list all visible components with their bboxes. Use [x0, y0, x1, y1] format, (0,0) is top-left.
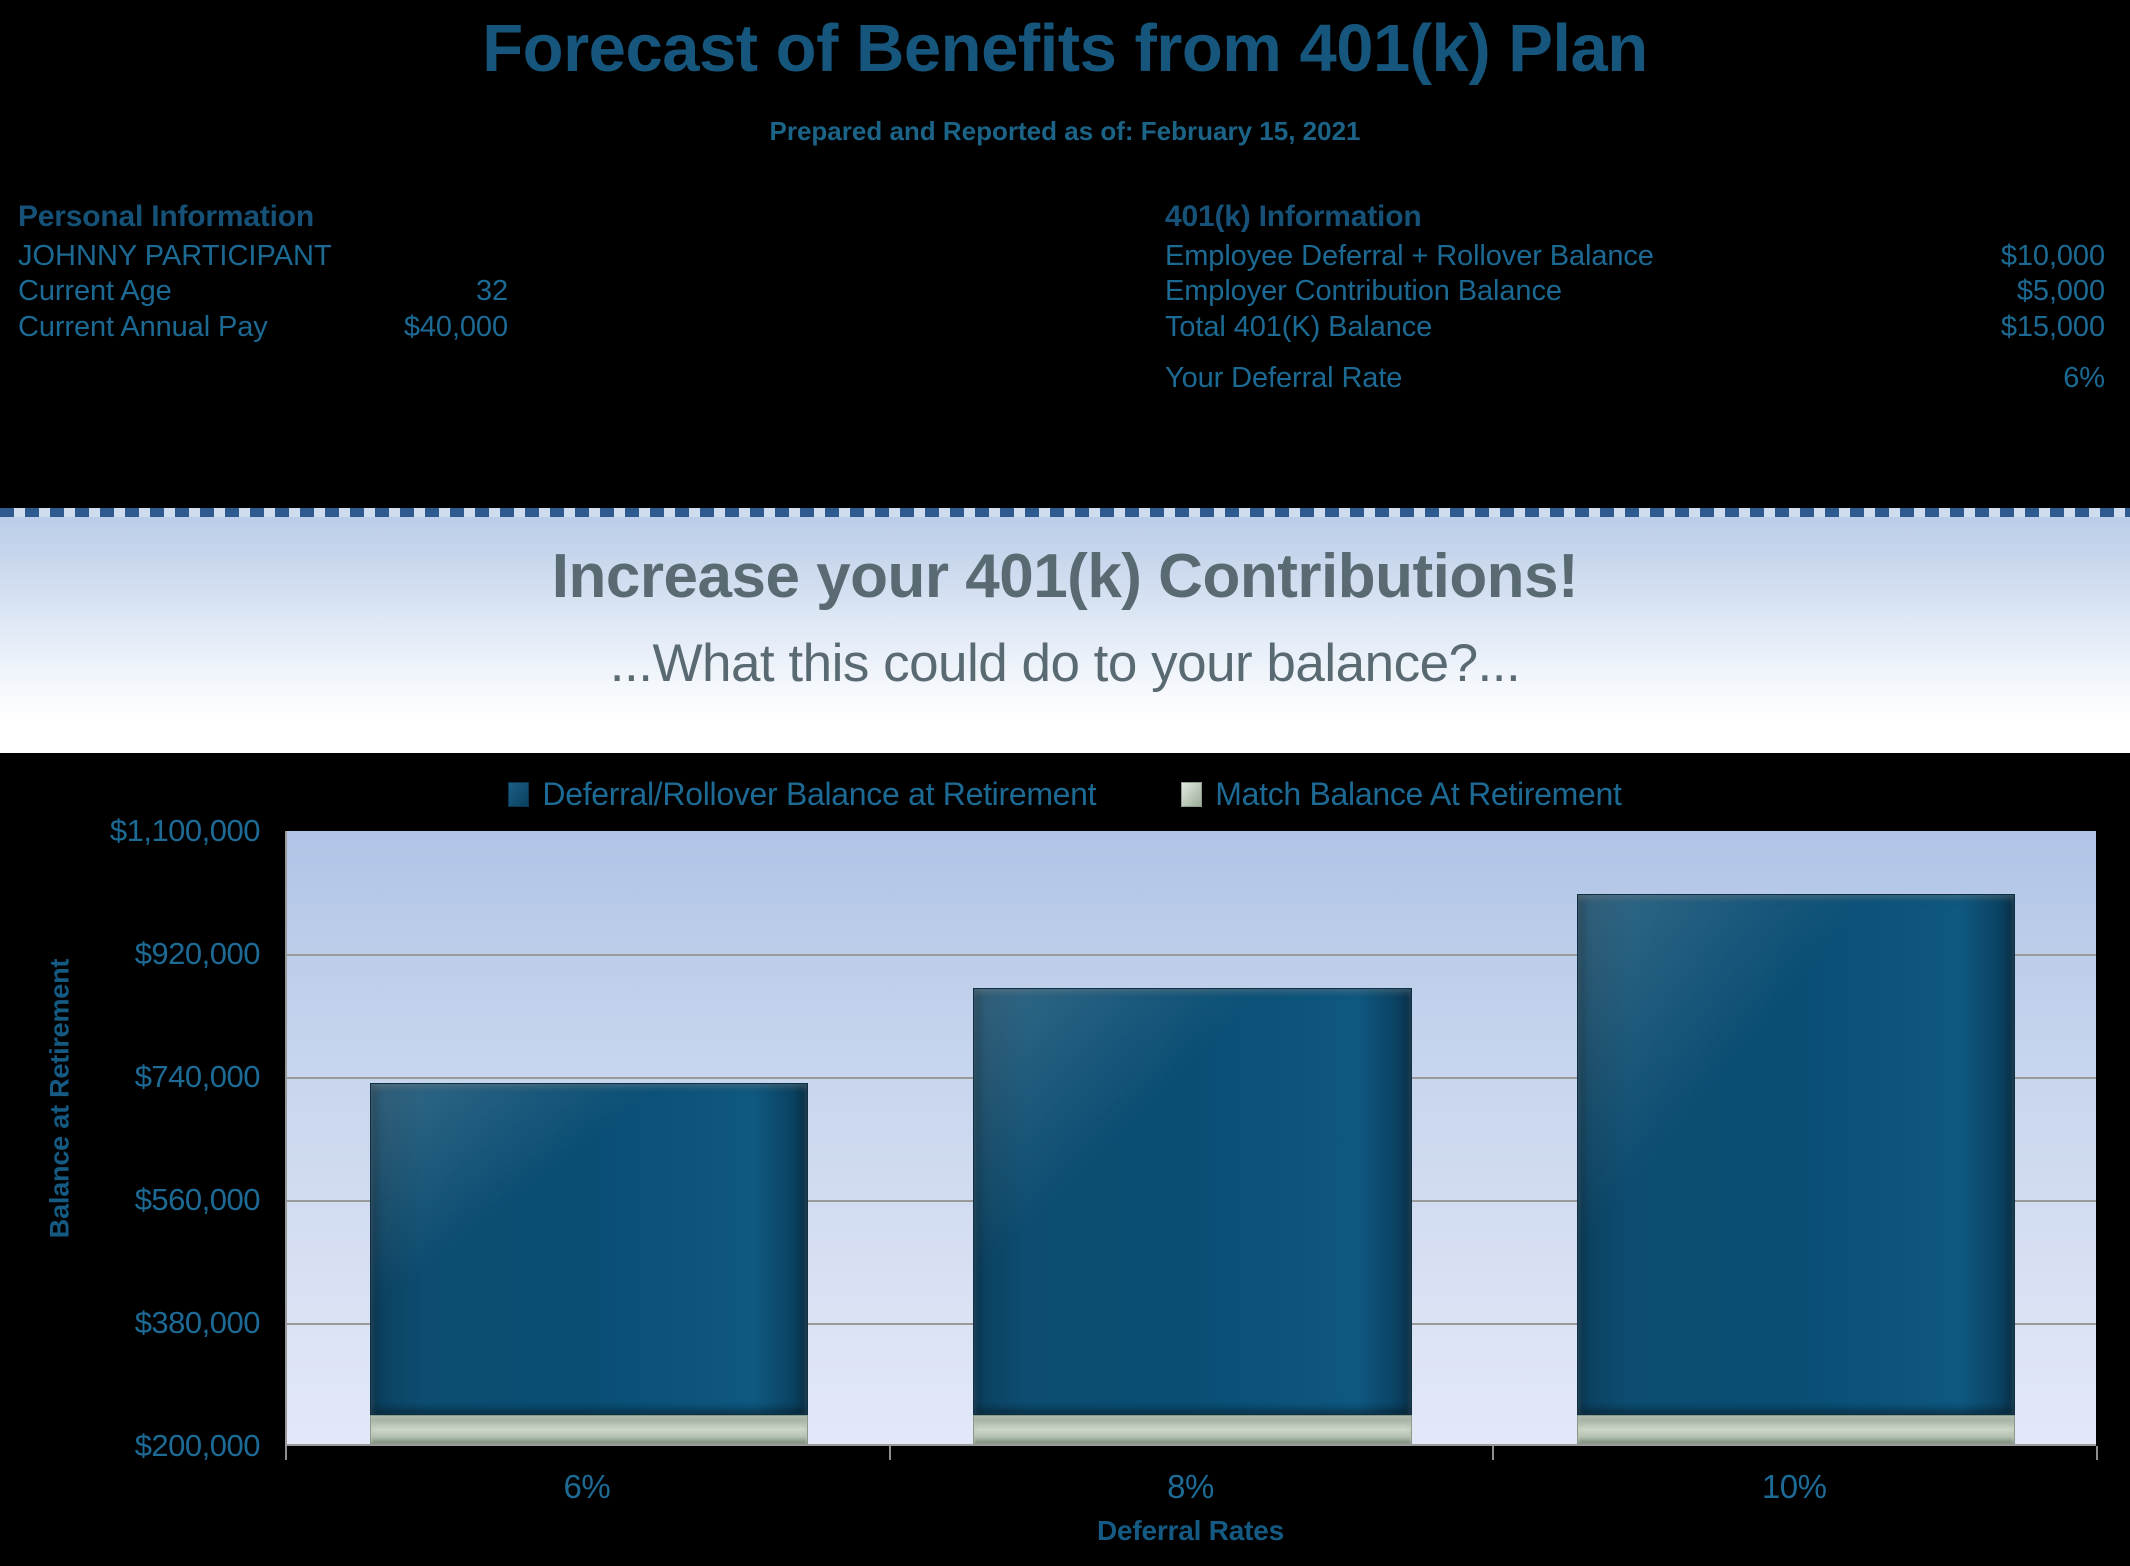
- y-axis-tick-label: $920,000: [134, 936, 261, 971]
- y-axis-tick-labels: $1,100,000 $920,000 $740,000 $560,000 $380,0…: [20, 753, 261, 1566]
- plot-area: [285, 831, 2096, 1446]
- x-axis-tick-mark: [285, 1446, 287, 1460]
- y-axis-tick-label: $200,000: [134, 1428, 261, 1463]
- y-axis-tick-label: $1,100,000: [109, 813, 261, 848]
- bar-segment-match[interactable]: [1577, 1414, 2016, 1444]
- row-value: 32: [475, 275, 508, 308]
- bar-segment-match[interactable]: [973, 1414, 1412, 1444]
- table-row: Employer Contribution Balance $5,000: [1165, 274, 2105, 309]
- x-axis-tick-mark: [1492, 1446, 1495, 1460]
- bar-segment-deferral[interactable]: [973, 987, 1412, 1415]
- table-row: Total 401(K) Balance $15,000: [1165, 310, 2105, 345]
- bar-group-10pct[interactable]: [1577, 893, 2016, 1444]
- bar-segment-match[interactable]: [369, 1414, 808, 1444]
- 401k-information-heading: 401(k) Information: [1165, 200, 1422, 233]
- report-header: Forecast of Benefits from 401(k) Plan Pr…: [0, 0, 2130, 508]
- y-axis-tick-label: $560,000: [134, 1182, 261, 1217]
- retirement-balance-bar-chart: Deferral/Rollover Balance at Retirement …: [0, 753, 2130, 1566]
- 401k-information-block: 401(k) Information Employee Deferral + R…: [1165, 200, 2105, 397]
- y-axis-tick-label: $380,000: [134, 1305, 261, 1340]
- row-label: Total 401(K) Balance: [1165, 310, 1433, 343]
- call-to-action-banner: Increase your 401(k) Contributions! ...W…: [0, 508, 2130, 753]
- banner-title: Increase your 401(k) Contributions!: [551, 542, 1579, 611]
- bar-segment-deferral[interactable]: [369, 1083, 808, 1415]
- row-value: $5,000: [2016, 275, 2105, 308]
- row-value: $15,000: [2000, 310, 2105, 343]
- row-label: Employer Contribution Balance: [1165, 275, 1562, 308]
- row-label: Your Deferral Rate: [1165, 362, 1403, 395]
- row-label: Employee Deferral + Rollover Balance: [1165, 240, 1654, 272]
- x-axis-tick-label: 6%: [563, 1468, 611, 1505]
- row-spacer: [1165, 345, 2105, 361]
- legend-item-deferral: Deferral/Rollover Balance at Retirement: [508, 776, 1097, 813]
- table-row: Your Deferral Rate 6%: [1165, 361, 2105, 396]
- bar-group-8pct[interactable]: [973, 987, 1412, 1444]
- x-axis-tick-label: 10%: [1761, 1468, 1827, 1505]
- legend-swatch-icon: [1181, 782, 1203, 807]
- bar-segment-deferral[interactable]: [1577, 893, 2016, 1415]
- legend-swatch-icon: [508, 782, 530, 807]
- y-axis-tick-label: $740,000: [134, 1059, 261, 1094]
- participant-name: JOHNNY PARTICIPANT: [18, 240, 332, 272]
- row-value: 6%: [2063, 362, 2105, 395]
- row-label: Current Age: [18, 275, 172, 308]
- x-axis-tick-mark: [888, 1446, 891, 1460]
- row-value: $10,000: [2000, 240, 2105, 272]
- page-title: Forecast of Benefits from 401(k) Plan: [482, 11, 1648, 86]
- x-axis-tick-mark: [2096, 1446, 2098, 1460]
- banner-subtitle: ...What this could do to your balance?..…: [609, 634, 1521, 693]
- personal-information-heading: Personal Information: [18, 200, 315, 233]
- row-label: Current Annual Pay: [18, 310, 268, 343]
- banner-top-dashed-border: [0, 508, 2130, 517]
- row-value: $40,000: [403, 310, 508, 343]
- legend-label: Deferral/Rollover Balance at Retirement: [542, 776, 1097, 812]
- personal-information-block: Personal Information JOHNNY PARTICIPANT …: [18, 200, 758, 345]
- x-axis-tick-label: 8%: [1167, 1468, 1214, 1505]
- bar-group-6pct[interactable]: [369, 1083, 808, 1444]
- chart-legend: Deferral/Rollover Balance at Retirement …: [0, 776, 2130, 813]
- table-row: Current Annual Pay $40,000: [18, 310, 758, 345]
- x-axis-title: Deferral Rates: [1096, 1515, 1285, 1546]
- legend-item-match: Match Balance At Retirement: [1181, 776, 1622, 813]
- table-row: Employee Deferral + Rollover Balance $10…: [1165, 239, 2105, 274]
- legend-label: Match Balance At Retirement: [1215, 776, 1622, 812]
- table-row: Current Age 32: [18, 274, 758, 309]
- report-date-subtitle: Prepared and Reported as of: February 15…: [769, 116, 1361, 146]
